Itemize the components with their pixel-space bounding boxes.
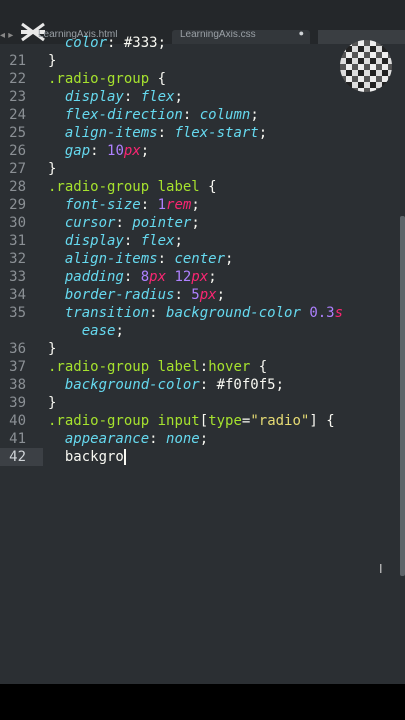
line-number: 25 (9, 125, 26, 141)
line-number: 39 (9, 395, 26, 411)
code-text: } (48, 341, 57, 357)
code-line[interactable]: 34 border-radius: 5px; (0, 286, 405, 304)
line-number: 42 (9, 449, 26, 465)
line-number: 35 (9, 305, 26, 321)
line-number: 21 (9, 53, 26, 69)
code-line[interactable]: 26 gap: 10px; (0, 142, 405, 160)
code-line[interactable]: 35 transition: background-color 0.3s (0, 304, 405, 322)
code-text: cursor: pointer; (64, 215, 200, 231)
line-number: 36 (9, 341, 26, 357)
code-editor[interactable]: color: #333; 21} 22 .radio-group {23 displa… (0, 35, 405, 684)
line-number: 37 (9, 359, 26, 375)
line-number: 40 (9, 413, 26, 429)
code-text: flex-direction: column; (64, 107, 259, 123)
code-text: display: flex; (64, 89, 183, 105)
code-text: border-radius: 5px; (64, 287, 226, 303)
code-line[interactable]: 39} (0, 394, 405, 412)
code-text: } (48, 395, 57, 411)
code-text: font-size: 1rem; (64, 197, 200, 213)
line-number: 31 (9, 233, 26, 249)
code-line[interactable]: 28 .radio-group label { (0, 178, 405, 196)
line-number: 33 (9, 269, 26, 285)
code-line[interactable]: 33 padding: 8px 12px; (0, 268, 405, 286)
code-text: padding: 8px 12px; (64, 269, 217, 285)
code-text: .radio-group input[type="radio"] { (48, 413, 335, 429)
line-number: 28 (9, 179, 26, 195)
code-text: } (48, 53, 57, 69)
code-line[interactable]: 41 appearance: none; (0, 430, 405, 448)
code-text: background-color: #f0f0f5; (64, 377, 285, 393)
code-text: .radio-group label:hover { (48, 359, 268, 375)
line-number: 29 (9, 197, 26, 213)
code-line[interactable]: 27} (0, 160, 405, 178)
code-text: display: flex; (64, 233, 183, 249)
code-text: transition: background-color 0.3s (64, 305, 344, 321)
bottom-bar (0, 684, 405, 720)
code-line[interactable]: 38 background-color: #f0f0f5; (0, 376, 405, 394)
ibeam-cursor-icon: I (379, 562, 383, 576)
code-line[interactable]: 22 .radio-group { (0, 70, 405, 88)
code-line[interactable]: 21} (0, 52, 405, 70)
line-number: 27 (9, 161, 26, 177)
code-text: appearance: none; (64, 431, 209, 447)
line-number: 41 (9, 431, 26, 447)
code-line[interactable]: color: #333; (0, 34, 405, 52)
code-line[interactable]: 23 display: flex; (0, 88, 405, 106)
code-line[interactable]: 36} (0, 340, 405, 358)
code-line[interactable]: 25 align-items: flex-start; (0, 124, 405, 142)
code-line[interactable]: 32 align-items: center; (0, 250, 405, 268)
vertical-scrollbar[interactable] (400, 216, 405, 576)
code-text: color: #333; (64, 35, 167, 51)
line-number: 30 (9, 215, 26, 231)
line-number: 34 (9, 287, 26, 303)
text-caret (123, 449, 126, 465)
line-number: 26 (9, 143, 26, 159)
code-line[interactable]: 30 cursor: pointer; (0, 214, 405, 232)
code-line[interactable]: 37 .radio-group label:hover { (0, 358, 405, 376)
code-text: backgro (48, 449, 126, 465)
code-text: .radio-group { (48, 71, 167, 87)
code-line[interactable]: 29 font-size: 1rem; (0, 196, 405, 214)
code-line[interactable]: 31 display: flex; (0, 232, 405, 250)
code-text: align-items: flex-start; (64, 125, 268, 141)
code-line[interactable]: ease; (0, 322, 405, 340)
line-number: 32 (9, 251, 26, 267)
code-line[interactable]: 40 .radio-group input[type="radio"] { (0, 412, 405, 430)
line-number: 38 (9, 377, 26, 393)
code-text: ease; (81, 323, 124, 339)
code-line[interactable]: 24 flex-direction: column; (0, 106, 405, 124)
line-number: 24 (9, 107, 26, 123)
line-number: 23 (9, 89, 26, 105)
code-text: .radio-group label { (48, 179, 217, 195)
code-text: } (48, 161, 57, 177)
code-text: align-items: center; (64, 251, 234, 267)
line-number: 22 (9, 71, 26, 87)
code-line[interactable]: 42 backgro (0, 448, 405, 466)
code-text: gap: 10px; (64, 143, 150, 159)
